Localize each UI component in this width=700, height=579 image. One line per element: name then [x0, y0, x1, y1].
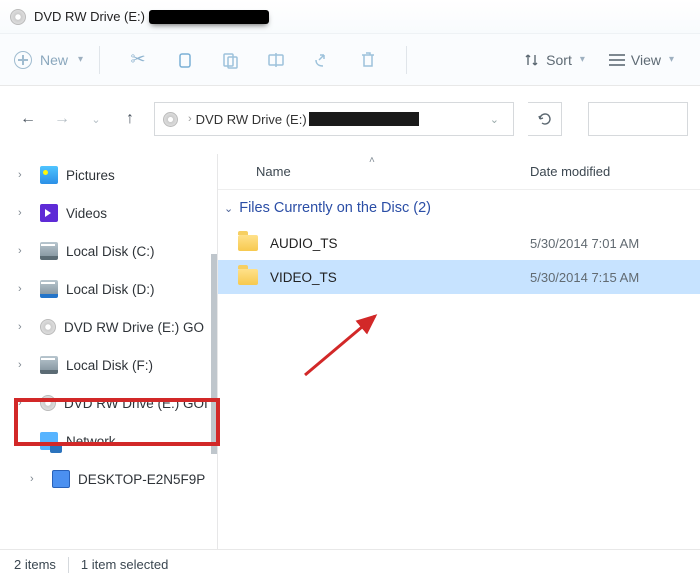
- sidebar-item-label: Local Disk (F:): [66, 358, 153, 373]
- sidebar-item-label: DVD RW Drive (E:) GO: [64, 320, 204, 335]
- address-bar[interactable]: › DVD RW Drive (E:) ⌄: [154, 102, 514, 136]
- pictures-icon: [40, 166, 58, 184]
- column-headers: Name ˄ Date modified: [218, 154, 700, 190]
- share-icon[interactable]: [308, 46, 336, 74]
- expand-icon[interactable]: ›: [18, 321, 34, 333]
- sidebar: › Pictures › Videos › Local Disk (C:) › …: [0, 154, 218, 576]
- history-chevron[interactable]: ⌄: [86, 113, 106, 126]
- sidebar-item-label: Local Disk (D:): [66, 282, 155, 297]
- sidebar-item-label: Network: [66, 434, 116, 449]
- breadcrumb-separator: ›: [188, 113, 192, 125]
- sidebar-item-label: Pictures: [66, 168, 115, 183]
- view-label: View: [631, 52, 661, 68]
- file-date: 5/30/2014 7:01 AM: [520, 236, 700, 251]
- refresh-button[interactable]: [528, 102, 562, 136]
- expand-icon[interactable]: ›: [18, 245, 34, 257]
- rename-icon[interactable]: [262, 46, 290, 74]
- up-button[interactable]: ↑: [120, 110, 140, 128]
- titlebar: DVD RW Drive (E:): [0, 0, 700, 34]
- toolbar: New ▾ ✂ Sort ▾ View ▾: [0, 34, 700, 86]
- redacted-region: [309, 112, 419, 126]
- dvd-icon: [40, 319, 56, 335]
- chevron-down-icon[interactable]: ⌄: [490, 113, 499, 126]
- main-panel: Name ˄ Date modified ⌄ Files Currently o…: [218, 154, 700, 576]
- breadcrumb-path: DVD RW Drive (E:): [196, 112, 307, 127]
- sidebar-item-dvd-drive-current[interactable]: › DVD RW Drive (E:) GOI: [0, 384, 217, 422]
- expand-icon[interactable]: ›: [30, 473, 46, 485]
- copy-icon[interactable]: [170, 46, 198, 74]
- expand-icon[interactable]: ›: [18, 169, 34, 181]
- folder-icon: [238, 269, 258, 285]
- new-button[interactable]: New ▾: [14, 51, 83, 69]
- pc-icon: [52, 470, 70, 488]
- chevron-down-icon: ▾: [78, 54, 83, 65]
- group-header[interactable]: ⌄ Files Currently on the Disc (2): [218, 190, 700, 226]
- sidebar-item-label: Local Disk (C:): [66, 244, 155, 259]
- sidebar-item-label: Videos: [66, 206, 107, 221]
- folder-icon: [238, 235, 258, 251]
- file-row-selected[interactable]: VIDEO_TS 5/30/2014 7:15 AM: [218, 260, 700, 294]
- plus-icon: [14, 51, 32, 69]
- chevron-down-icon: ▾: [669, 54, 674, 65]
- status-selected-count: 1 item selected: [81, 557, 168, 572]
- collapse-icon[interactable]: ⌄: [18, 435, 34, 448]
- new-label: New: [40, 52, 68, 68]
- sidebar-item-label: DVD RW Drive (E:) GOI: [64, 396, 208, 411]
- forward-button[interactable]: →: [52, 110, 72, 128]
- sidebar-item-local-disk-d[interactable]: › Local Disk (D:): [0, 270, 217, 308]
- sidebar-item-local-disk-c[interactable]: › Local Disk (C:): [0, 232, 217, 270]
- videos-icon: [40, 204, 58, 222]
- disc-icon: [163, 112, 178, 127]
- column-label: Name: [256, 164, 291, 179]
- sidebar-item-pictures[interactable]: › Pictures: [0, 156, 217, 194]
- view-icon: [609, 53, 625, 67]
- network-icon: [40, 432, 58, 450]
- expand-icon[interactable]: ›: [18, 397, 34, 409]
- redacted-region: [149, 10, 269, 24]
- sidebar-item-local-disk-f[interactable]: › Local Disk (F:): [0, 346, 217, 384]
- paste-icon[interactable]: [216, 46, 244, 74]
- back-button[interactable]: ←: [18, 110, 38, 128]
- sort-icon: [524, 52, 540, 68]
- sidebar-item-desktop-pc[interactable]: › DESKTOP-E2N5F9P: [0, 460, 217, 498]
- navbar: ← → ⌄ ↑ › DVD RW Drive (E:) ⌄: [0, 86, 700, 154]
- file-name: AUDIO_TS: [270, 236, 520, 251]
- column-name[interactable]: Name ˄: [218, 164, 520, 179]
- expand-icon[interactable]: ›: [18, 207, 34, 219]
- sidebar-item-label: DESKTOP-E2N5F9P: [78, 472, 205, 487]
- sidebar-item-dvd-drive[interactable]: › DVD RW Drive (E:) GO: [0, 308, 217, 346]
- scrollbar-thumb[interactable]: [211, 254, 217, 454]
- file-date: 5/30/2014 7:15 AM: [520, 270, 700, 285]
- status-bar: 2 items 1 item selected: [0, 549, 700, 579]
- drive-icon: [40, 356, 58, 374]
- expand-icon[interactable]: ›: [18, 283, 34, 295]
- status-item-count: 2 items: [14, 557, 56, 572]
- chevron-down-icon: ▾: [580, 54, 585, 65]
- expand-icon[interactable]: ›: [18, 359, 34, 371]
- delete-icon[interactable]: [354, 46, 382, 74]
- search-input[interactable]: [588, 102, 688, 136]
- file-name: VIDEO_TS: [270, 270, 520, 285]
- sidebar-item-network[interactable]: ⌄ Network: [0, 422, 217, 460]
- sidebar-item-videos[interactable]: › Videos: [0, 194, 217, 232]
- drive-icon: [40, 242, 58, 260]
- window-title: DVD RW Drive (E:): [34, 9, 145, 24]
- view-button[interactable]: View ▾: [609, 52, 674, 68]
- dvd-icon: [40, 395, 56, 411]
- file-row[interactable]: AUDIO_TS 5/30/2014 7:01 AM: [218, 226, 700, 260]
- group-header-label: Files Currently on the Disc (2): [239, 200, 431, 216]
- disc-icon: [10, 9, 26, 25]
- chevron-down-icon: ⌄: [224, 202, 233, 215]
- column-label: Date modified: [530, 164, 610, 179]
- cut-icon[interactable]: ✂: [124, 46, 152, 74]
- sort-label: Sort: [546, 52, 572, 68]
- sidebar-scrollbar[interactable]: [211, 154, 217, 576]
- sort-ascending-icon: ˄: [369, 155, 375, 166]
- drive-icon: [40, 280, 58, 298]
- sort-button[interactable]: Sort ▾: [524, 52, 585, 68]
- column-date-modified[interactable]: Date modified: [520, 164, 700, 179]
